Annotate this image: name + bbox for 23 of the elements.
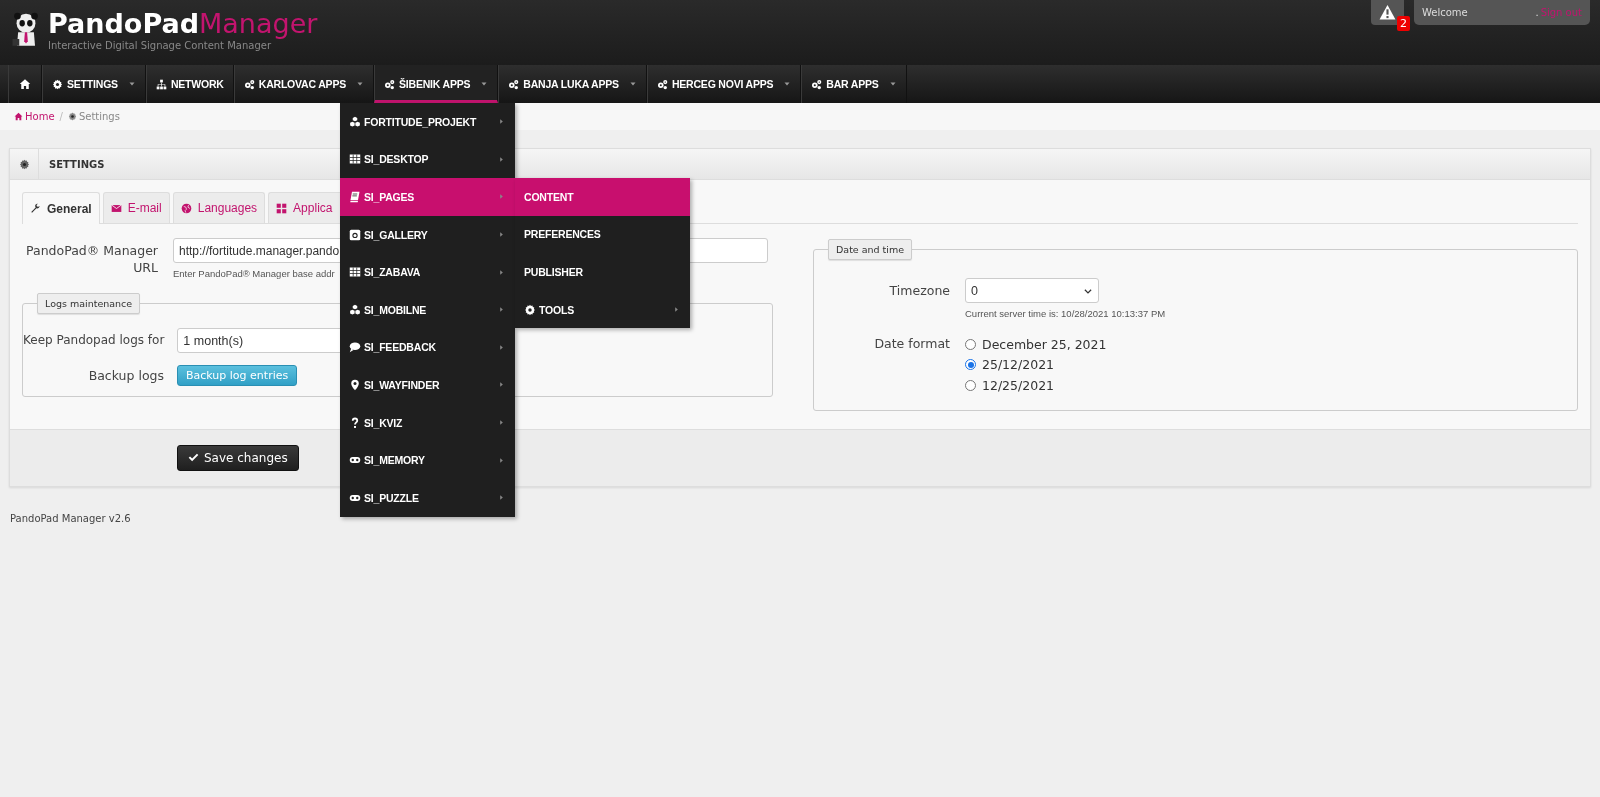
date-format-label: Date format [873,335,950,353]
brand-suffix: Manager [199,9,318,39]
backup-logs-label: Backup logs [87,367,164,384]
alert-count-badge: 2 [1397,16,1410,31]
separator-text: . [1535,7,1539,18]
url-label: PandoPad® Manager URL [25,242,158,277]
date-format-label: 12/25/2021 [982,377,1055,393]
logs-legend: Logs maintenance [37,293,141,314]
tagline: Interactive Digital Signage Content Manager [48,40,273,51]
date-time-legend: Date and time [828,239,913,260]
url-help-text: Enter PandoPad® Manager base addr [173,268,335,279]
breadcrumb-separator: / [59,111,63,122]
welcome-text: Welcome [1422,7,1468,18]
breadcrumb-current: Settings [67,111,120,122]
panel-title: SETTINGS [48,158,105,170]
server-time-text: Current server time is: 10/28/2021 10:13:37 PM [965,308,1166,319]
timezone-label: Timezone [888,282,950,300]
version-text: PandoPad Manager v2.6 [10,512,131,524]
date-format-label: December 25, 2021 [982,336,1107,352]
timezone-value: 0 [971,283,978,298]
keep-logs-label: Keep Pandopad logs for [23,332,165,349]
date-format-label: 25/12/2021 [982,357,1055,373]
brand-name: PandoPad [48,9,199,39]
